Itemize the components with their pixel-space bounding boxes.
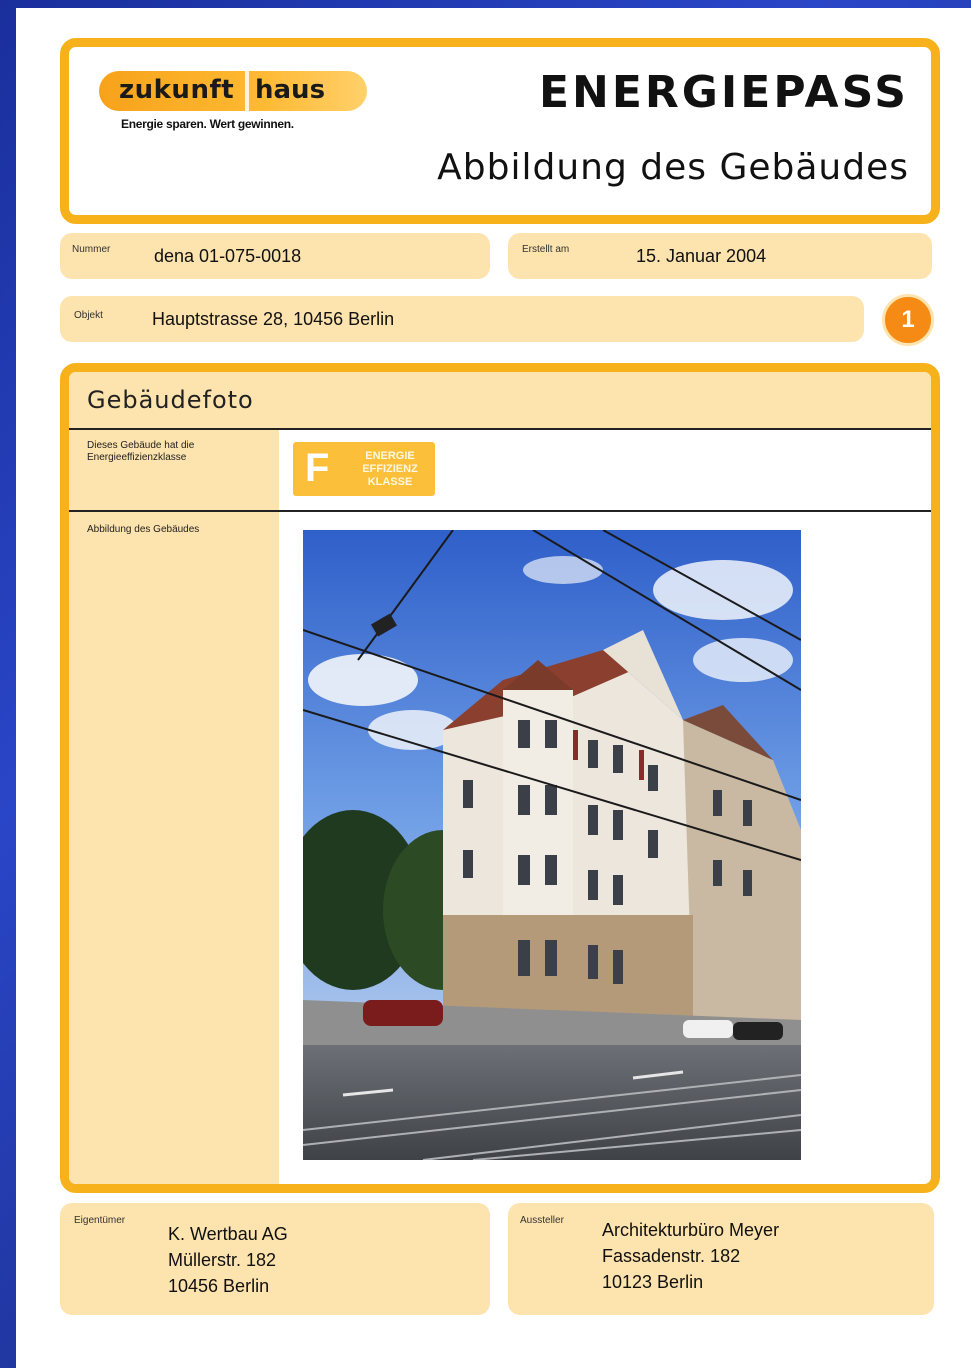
owner-line-1: K. Wertbau AG — [168, 1224, 288, 1244]
efficiency-badge-text: ENERGIE EFFIZIENZ KLASSE — [362, 450, 418, 488]
erstellt-value: 15. Januar 2004 — [636, 246, 767, 266]
section-title: Gebäudefoto — [87, 386, 254, 414]
issuer-line-3: 10123 Berlin — [602, 1272, 704, 1292]
owner-address: K. Wertbau AG Müllerstr. 182 10456 Berli… — [168, 1221, 288, 1299]
efficiency-class-label: Dieses Gebäude hat die Energieeffizienzk… — [87, 440, 195, 463]
erstellt-field: Erstellt am 15. Januar 2004 — [508, 233, 932, 279]
issuer-box: Aussteller Architekturbüro Meyer Fassade… — [508, 1203, 934, 1315]
owner-box: Eigentümer K. Wertbau AG Müllerstr. 182 … — [60, 1203, 490, 1315]
efficiency-class-badge: F ENERGIE EFFIZIENZ KLASSE — [293, 442, 435, 496]
page-subtitle: Abbildung des Gebäudes — [437, 147, 909, 188]
owner-line-3: 10456 Berlin — [168, 1276, 270, 1296]
objekt-field: Objekt Hauptstrasse 28, 10456 Berlin — [60, 296, 864, 342]
logo-separator — [245, 71, 249, 111]
section-title-band: Gebäudefoto — [69, 372, 931, 430]
issuer-address: Architekturbüro Meyer Fassadenstr. 182 1… — [602, 1217, 779, 1295]
logo-word-zukunft: zukunft — [119, 75, 235, 105]
logo-word-haus: haus — [255, 75, 326, 105]
objekt-label: Objekt — [74, 310, 103, 321]
row-divider — [69, 510, 931, 512]
owner-label: Eigentümer — [74, 1215, 126, 1226]
nummer-label: Nummer — [72, 244, 111, 255]
zukunft-haus-logo: zukunft haus — [99, 71, 367, 111]
energy-pass-page: zukunft haus Energie sparen. Wert gewinn… — [16, 8, 971, 1368]
header-box: zukunft haus Energie sparen. Wert gewinn… — [60, 38, 940, 224]
erstellt-label: Erstellt am — [522, 244, 570, 255]
objekt-value: Hauptstrasse 28, 10456 Berlin — [152, 309, 395, 329]
owner-line-2: Müllerstr. 182 — [168, 1250, 277, 1270]
building-photo-icon — [303, 530, 801, 1160]
issuer-line-1: Architekturbüro Meyer — [602, 1220, 780, 1240]
page-number-badge: 1 — [882, 294, 934, 346]
nummer-field: Nummer dena 01-075-0018 — [60, 233, 490, 279]
issuer-line-2: Fassadenstr. 182 — [602, 1246, 741, 1266]
issuer-label: Aussteller — [520, 1215, 564, 1226]
logo-tagline: Energie sparen. Wert gewinnen. — [121, 117, 294, 131]
efficiency-class-letter: F — [305, 446, 330, 490]
page-title: ENERGIEPASS — [538, 67, 909, 118]
building-photo-section: Gebäudefoto Dieses Gebäude hat die Energ… — [60, 363, 940, 1193]
photo-label: Abbildung des Gebäudes — [87, 524, 200, 535]
label-column — [69, 430, 279, 1184]
nummer-value: dena 01-075-0018 — [154, 246, 302, 266]
